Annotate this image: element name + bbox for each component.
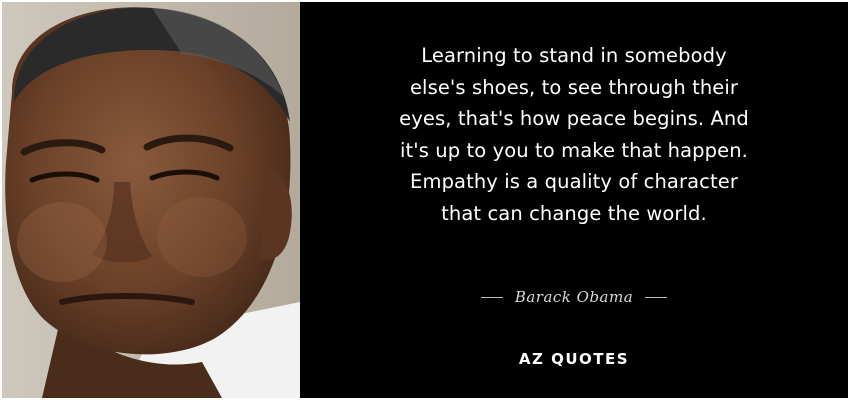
quote-panel: Learning to stand in somebody else's sho… bbox=[300, 2, 848, 398]
quote-line: eyes, that's how peace begins. And bbox=[399, 107, 749, 130]
right-dash-divider bbox=[645, 296, 668, 298]
author-attribution: Barack Obama bbox=[300, 285, 848, 309]
author-name[interactable]: Barack Obama bbox=[515, 288, 633, 306]
quote-line: it's up to you to make that happen. bbox=[400, 138, 748, 162]
quote-line: else's shoes, to see through their bbox=[409, 75, 739, 99]
azquotes-logo: AZ QUOTES bbox=[518, 350, 630, 368]
quote-card-inner: Learning to stand in somebody else's sho… bbox=[2, 2, 848, 398]
quote-text: Learning to stand in somebody else's sho… bbox=[324, 40, 824, 229]
quote-line: that can change the world. bbox=[441, 201, 707, 225]
quote-line: Empathy is a quality of character bbox=[410, 170, 738, 193]
left-dash-divider bbox=[480, 296, 503, 298]
quote-line: Learning to stand in somebody bbox=[421, 44, 727, 67]
quote-card: Learning to stand in somebody else's sho… bbox=[0, 0, 850, 400]
author-portrait bbox=[2, 2, 300, 398]
